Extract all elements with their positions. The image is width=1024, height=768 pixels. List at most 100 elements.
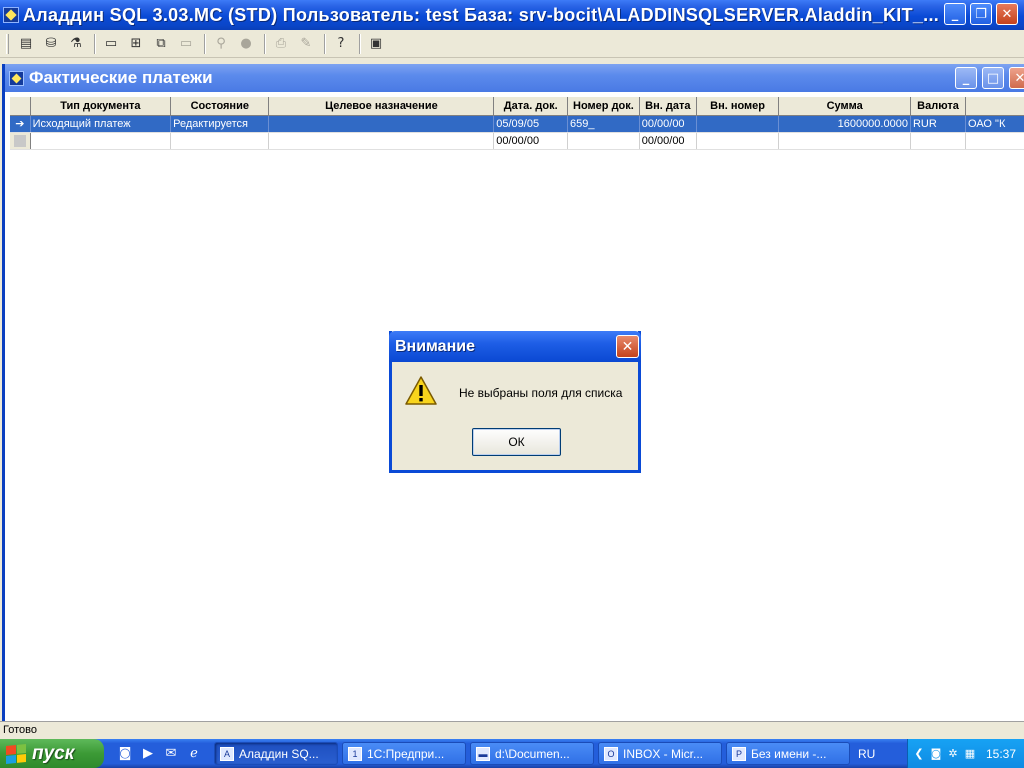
task-folder[interactable]: ▬ d:\Documen... [470,742,594,765]
filter-icon[interactable]: ⚗ [65,33,87,55]
cell-extra[interactable]: ОАО "К [966,116,1024,132]
system-tray: ❮ ◙ ✲ ▦ 15:37 [907,739,1024,768]
main-title-bar: Аладдин SQL 3.03.МС (STD) Пользователь: … [0,0,1024,30]
toolbar-grip[interactable] [6,33,9,54]
table-row[interactable]: 00/00/00 00/00/00 [10,133,1024,150]
ok-button[interactable]: ОК [472,428,561,456]
status-bar: Готово [0,721,1024,739]
tray-expand-icon[interactable]: ❮ [912,747,926,761]
child-close-button[interactable]: ✕ [1009,67,1024,89]
cell-doc-number[interactable]: 659_ [567,116,640,132]
help-icon[interactable]: ? [330,33,352,55]
media-player-icon[interactable]: ▶ [139,745,157,763]
window-title: Аладдин SQL 3.03.МС (STD) Пользователь: … [23,4,940,25]
cell-doc-type[interactable] [31,133,172,149]
column-sum[interactable]: Сумма [779,97,911,116]
paint-task-icon: P [732,746,746,761]
cell-state[interactable] [171,133,270,149]
tray-gear-icon[interactable]: ✲ [946,747,960,761]
column-doc-number[interactable]: Номер док. [568,97,640,116]
minimize-button[interactable]: _ [944,3,966,25]
windows-logo-icon [6,743,26,764]
cell-state[interactable]: Редактируется [171,116,270,132]
cell-sum[interactable]: 1600000.0000 [779,116,911,132]
status-text: Готово [3,724,37,736]
child-title: Фактические платежи [29,68,213,87]
task-label: Аладдин SQ... [239,746,319,761]
binoculars-icon[interactable]: ⚲ [210,33,232,55]
cell-currency[interactable] [911,133,967,149]
column-currency[interactable]: Валюта [911,97,967,116]
tile-icon[interactable]: ⊞ [125,33,147,55]
table-row[interactable]: ➔ Исходящий платеж Редактируется 05/09/0… [10,116,1024,133]
task-inbox[interactable]: O INBOX - Micr... [598,742,722,765]
column-extra[interactable] [966,97,1024,116]
cell-in-date[interactable]: 00/00/00 [639,116,697,132]
child-title-bar: Фактические платежи _ □ ✕ [5,64,1024,92]
row-pointer-icon: ➔ [10,116,31,132]
close-button[interactable]: ✕ [996,3,1018,25]
cell-currency[interactable]: RUR [910,116,967,132]
warning-icon [405,376,437,405]
cell-extra[interactable] [966,133,1024,149]
quicklaunch-app-icon[interactable]: ◙ [116,745,134,763]
app-icon[interactable] [3,7,19,23]
start-button[interactable]: пуск [0,739,104,768]
dialog-title: Внимание [395,337,475,355]
tools-icon[interactable]: ✎ [295,33,317,55]
cell-doc-date[interactable]: 00/00/00 [494,133,568,149]
task-label: d:\Documen... [495,746,570,761]
cell-purpose[interactable] [269,133,495,149]
window-icon[interactable]: ▭ [100,33,122,55]
aladdin-task-icon: A [220,746,234,761]
column-purpose[interactable]: Целевое назначение [269,97,495,116]
task-aladdin[interactable]: A Аладдин SQ... [214,742,338,765]
window-gray-icon[interactable]: ▭ [175,33,197,55]
tray-app-icon[interactable]: ◙ [929,747,943,761]
toolbar: ▤ ⛁ ⚗ ▭ ⊞ ⧉ ▭ ⚲ ● ⎙ ✎ ? ▣ [0,30,1024,58]
clock: 15:37 [985,746,1016,761]
folder-task-icon: ▬ [476,746,490,761]
row-indicator [10,133,31,149]
cell-in-number[interactable] [696,116,780,132]
task-untitled[interactable]: P Без имени -... [726,742,850,765]
database-icon[interactable]: ⛁ [40,33,62,55]
child-minimize-button[interactable]: _ [955,67,977,89]
cascade-icon[interactable]: ⧉ [150,33,172,55]
stamp-icon[interactable]: ● [235,33,257,55]
column-in-date[interactable]: Вн. дата [639,97,697,116]
task-label: 1С:Предпри... [367,746,445,761]
dialog-close-button[interactable]: ✕ [616,335,639,358]
task-1c[interactable]: 1 1С:Предпри... [342,742,466,765]
task-label: Без имени -... [751,746,827,761]
cell-sum[interactable] [779,133,911,149]
column-doc-type[interactable]: Тип документа [30,97,172,116]
cell-doc-number[interactable] [568,133,640,149]
tray-network-icon[interactable]: ▦ [963,747,977,761]
cell-doc-type[interactable]: Исходящий платеж [30,116,172,132]
dialog-title-bar: Внимание ✕ [389,331,641,362]
cell-purpose[interactable] [269,116,495,132]
exit-icon[interactable]: ▣ [365,33,387,55]
task-label: INBOX - Micr... [623,746,704,761]
internet-explorer-icon[interactable]: ℯ [185,745,203,763]
column-state[interactable]: Состояние [171,97,270,116]
warning-dialog: Внимание ✕ Не выбраны поля для списка ОК [389,331,641,473]
document-list-icon[interactable]: ▤ [15,33,37,55]
grid-header-indicator [10,97,31,116]
restore-button[interactable]: ❐ [970,3,992,25]
cell-in-date[interactable]: 00/00/00 [640,133,697,149]
outlook-task-icon: O [604,746,618,761]
quick-launch: ◙ ▶ ✉ ℯ [116,745,208,763]
language-indicator[interactable]: RU [858,747,875,761]
outlook-icon[interactable]: ✉ [162,745,180,763]
taskbar: пуск ◙ ▶ ✉ ℯ A Аладдин SQ... 1 1С:Предпр… [0,739,1024,768]
child-app-icon[interactable] [9,70,24,86]
printer-icon[interactable]: ⎙ [270,33,292,55]
column-doc-date[interactable]: Дата. док. [494,97,569,116]
child-maximize-button[interactable]: □ [982,67,1004,89]
cell-in-number[interactable] [697,133,780,149]
cell-doc-date[interactable]: 05/09/05 [494,116,568,132]
column-in-number[interactable]: Вн. номер [696,97,780,116]
grid-header: Тип документа Состояние Целевое назначен… [10,96,1024,116]
